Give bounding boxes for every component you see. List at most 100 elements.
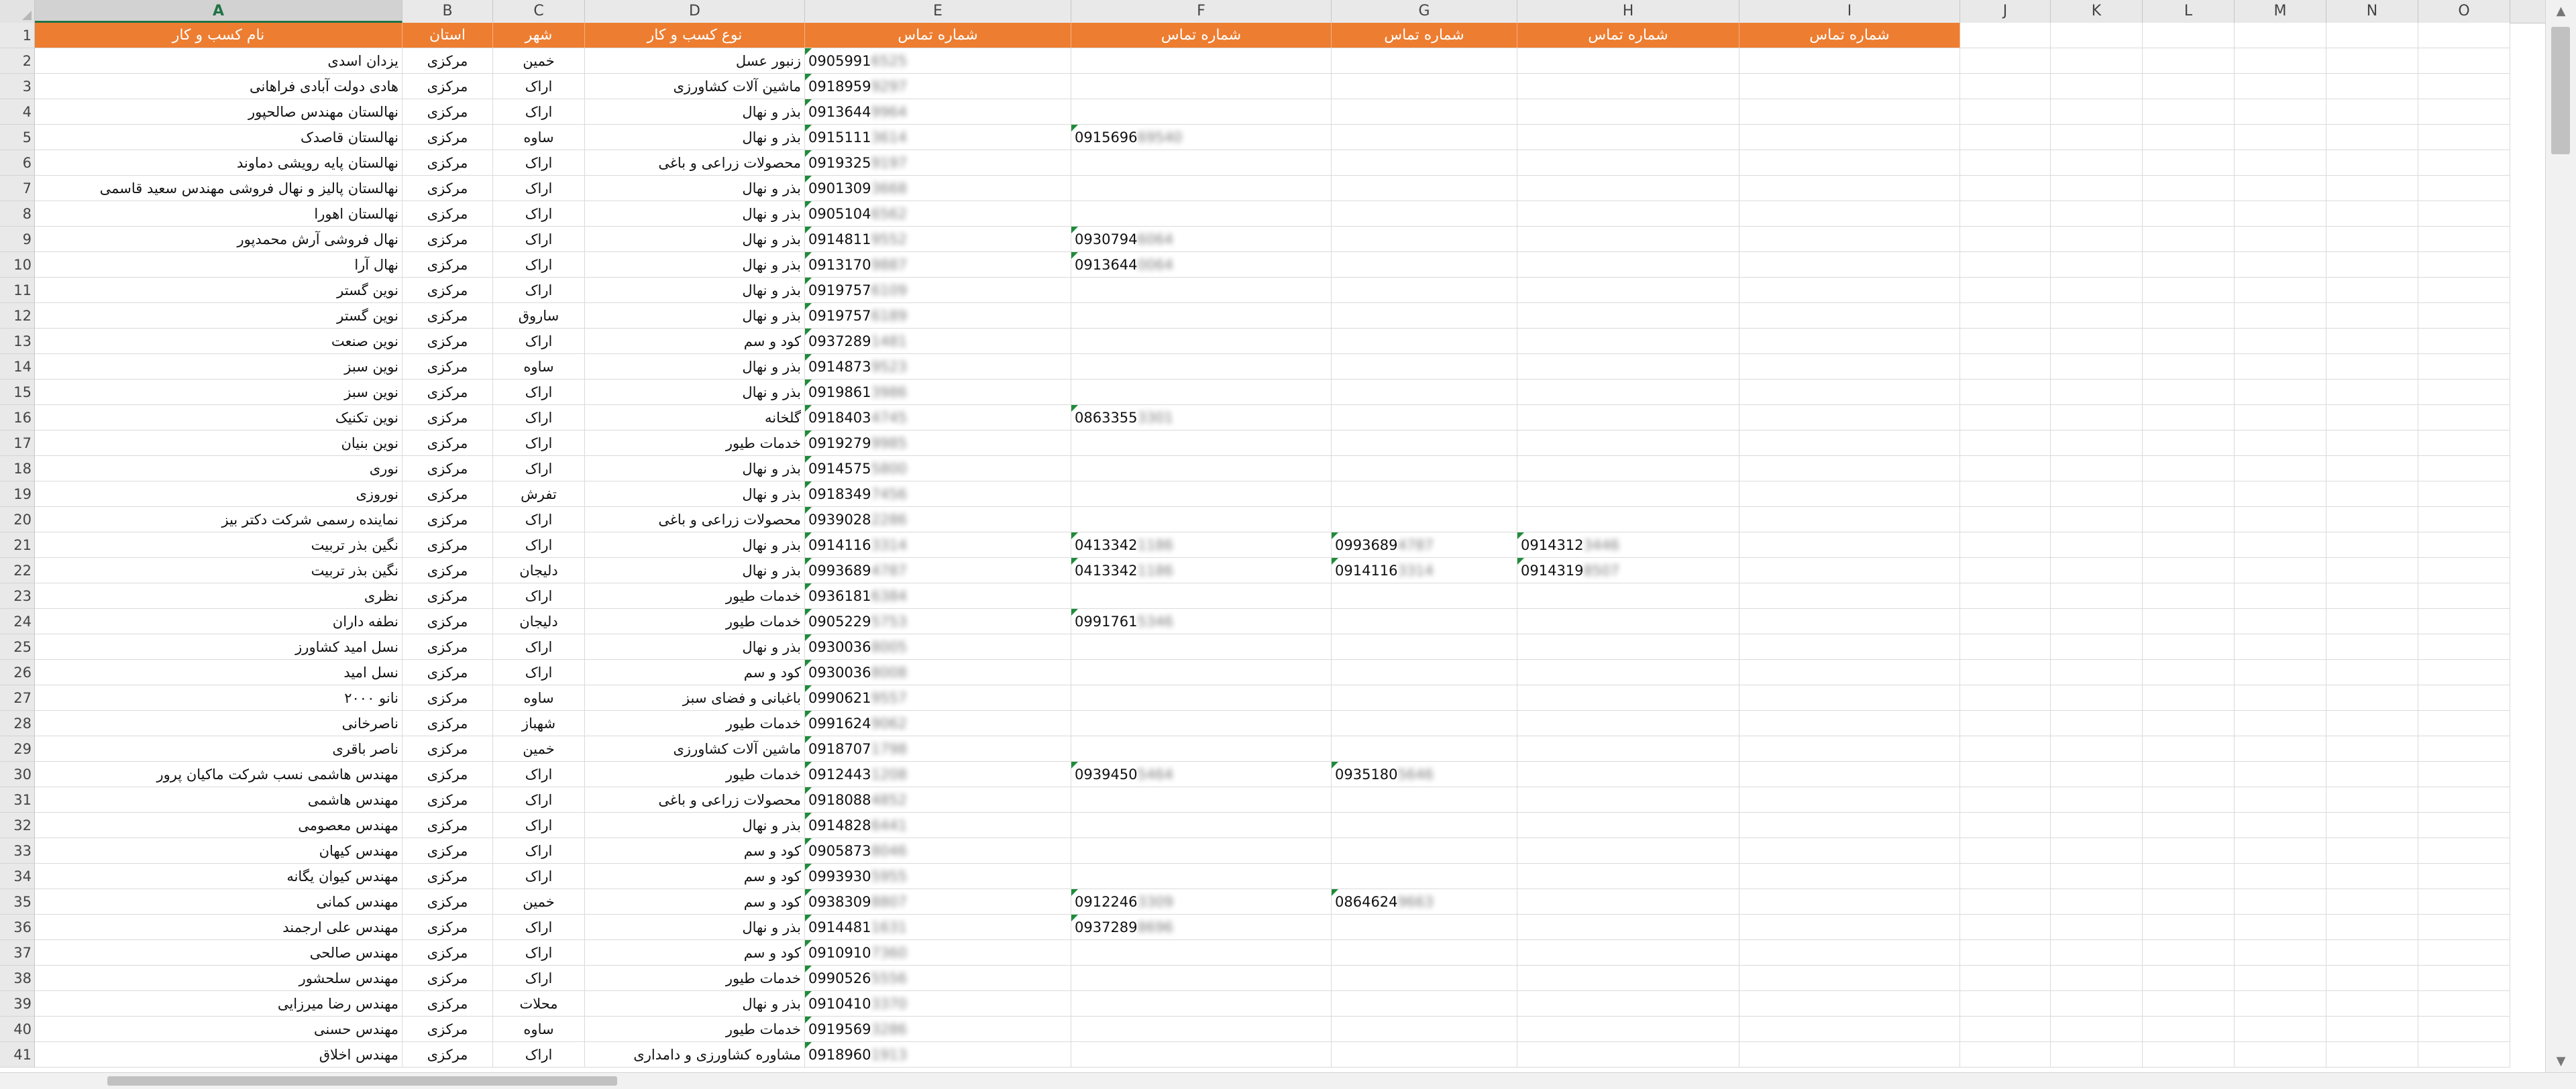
phone-cell[interactable]: 09936894787 bbox=[1332, 532, 1517, 558]
business-type-cell[interactable]: ماشین آلات کشاورزی bbox=[585, 736, 805, 762]
business-name-cell[interactable]: نهالستان قاصدک bbox=[35, 125, 402, 150]
province-cell[interactable]: مرکزی bbox=[402, 609, 493, 634]
empty-cell[interactable] bbox=[1960, 481, 2051, 507]
empty-cell[interactable] bbox=[2326, 380, 2418, 405]
business-name-cell[interactable]: نوین گستر bbox=[35, 303, 402, 329]
phone-cell[interactable] bbox=[1071, 329, 1332, 354]
phone-cell[interactable]: 09141163314 bbox=[1332, 558, 1517, 583]
city-cell[interactable]: ساوه bbox=[493, 354, 585, 380]
empty-cell[interactable] bbox=[2326, 303, 2418, 329]
empty-cell[interactable] bbox=[1960, 405, 2051, 431]
row-header[interactable]: 15 bbox=[0, 380, 35, 405]
empty-cell[interactable] bbox=[1960, 813, 2051, 838]
empty-cell[interactable] bbox=[2235, 838, 2326, 864]
empty-cell[interactable] bbox=[2143, 431, 2235, 456]
empty-cell[interactable] bbox=[1739, 481, 1960, 507]
province-cell[interactable]: مرکزی bbox=[402, 634, 493, 660]
phone-cell[interactable]: 09052295753 bbox=[805, 609, 1071, 634]
business-type-cell[interactable]: بذر و نهال bbox=[585, 380, 805, 405]
empty-cell[interactable] bbox=[2143, 940, 2235, 966]
city-cell[interactable]: تفرش bbox=[493, 481, 585, 507]
province-cell[interactable]: مرکزی bbox=[402, 889, 493, 915]
empty-cell[interactable] bbox=[1960, 558, 2051, 583]
phone-cell[interactable] bbox=[1517, 1017, 1739, 1042]
business-type-cell[interactable]: گلخانه bbox=[585, 405, 805, 431]
phone-cell[interactable] bbox=[1071, 303, 1332, 329]
phone-cell[interactable] bbox=[1332, 1017, 1517, 1042]
empty-cell[interactable] bbox=[2051, 583, 2143, 609]
province-cell[interactable]: مرکزی bbox=[402, 507, 493, 532]
business-name-cell[interactable]: مهندس حسنی bbox=[35, 1017, 402, 1042]
phone-cell[interactable] bbox=[1071, 1017, 1332, 1042]
business-type-cell[interactable]: ماشین آلات کشاورزی bbox=[585, 74, 805, 99]
empty-cell[interactable] bbox=[2143, 1042, 2235, 1068]
empty-cell[interactable] bbox=[2235, 99, 2326, 125]
city-cell[interactable]: اراک bbox=[493, 915, 585, 940]
phone-cell[interactable]: 09936894787 bbox=[805, 558, 1071, 583]
empty-cell[interactable] bbox=[2051, 329, 2143, 354]
phone-cell[interactable]: 09192799985 bbox=[805, 431, 1071, 456]
empty-cell[interactable] bbox=[2235, 532, 2326, 558]
empty-cell[interactable] bbox=[2326, 431, 2418, 456]
business-type-cell[interactable]: بذر و نهال bbox=[585, 99, 805, 125]
phone-cell[interactable]: 08633553301 bbox=[1071, 405, 1332, 431]
business-name-cell[interactable]: نهالستان مهندس صالحپور bbox=[35, 99, 402, 125]
business-type-cell[interactable]: خدمات طیور bbox=[585, 762, 805, 787]
empty-cell[interactable] bbox=[2051, 354, 2143, 380]
empty-cell[interactable] bbox=[2143, 74, 2235, 99]
phone-cell[interactable] bbox=[1071, 940, 1332, 966]
city-cell[interactable]: اراک bbox=[493, 966, 585, 991]
phone-cell[interactable]: 09197576109 bbox=[805, 278, 1071, 303]
phone-cell[interactable]: 09148739523 bbox=[805, 354, 1071, 380]
phone-cell[interactable] bbox=[1071, 74, 1332, 99]
phone-cell[interactable] bbox=[1332, 991, 1517, 1017]
business-type-cell[interactable]: کود و سم bbox=[585, 940, 805, 966]
phone-cell[interactable] bbox=[1517, 278, 1739, 303]
province-cell[interactable]: مرکزی bbox=[402, 74, 493, 99]
empty-cell[interactable] bbox=[1960, 915, 2051, 940]
phone-cell[interactable] bbox=[1332, 278, 1517, 303]
phone-cell[interactable] bbox=[1332, 864, 1517, 889]
row-header[interactable]: 31 bbox=[0, 787, 35, 813]
phone-cell[interactable] bbox=[1517, 991, 1739, 1017]
empty-cell[interactable] bbox=[2418, 711, 2510, 736]
business-name-cell[interactable]: نوین بنیان bbox=[35, 431, 402, 456]
business-type-cell[interactable]: بذر و نهال bbox=[585, 991, 805, 1017]
province-cell[interactable]: مرکزی bbox=[402, 1042, 493, 1068]
select-all-corner[interactable] bbox=[0, 0, 35, 23]
empty-cell[interactable] bbox=[2051, 481, 2143, 507]
empty-cell[interactable] bbox=[2326, 966, 2418, 991]
phone-cell[interactable]: 09144811631 bbox=[805, 915, 1071, 940]
empty-cell[interactable] bbox=[1739, 303, 1960, 329]
empty-cell[interactable] bbox=[2143, 227, 2235, 252]
phone-cell[interactable] bbox=[1071, 838, 1332, 864]
header-cell-h[interactable]: شماره تماس bbox=[1517, 23, 1739, 48]
empty-cell[interactable] bbox=[2143, 329, 2235, 354]
phone-cell[interactable] bbox=[1071, 813, 1332, 838]
empty-cell[interactable] bbox=[1739, 125, 1960, 150]
province-cell[interactable]: مرکزی bbox=[402, 787, 493, 813]
empty-cell[interactable] bbox=[2051, 507, 2143, 532]
empty-cell[interactable] bbox=[2235, 380, 2326, 405]
empty-cell[interactable] bbox=[1960, 889, 2051, 915]
empty-cell[interactable] bbox=[2326, 74, 2418, 99]
phone-cell[interactable] bbox=[1517, 583, 1739, 609]
phone-cell[interactable]: 09917615346 bbox=[1071, 609, 1332, 634]
empty-cell[interactable] bbox=[2235, 1042, 2326, 1068]
empty-cell[interactable] bbox=[2143, 125, 2235, 150]
empty-cell[interactable] bbox=[1739, 966, 1960, 991]
empty-cell[interactable] bbox=[1960, 1042, 2051, 1068]
empty-cell[interactable] bbox=[2235, 558, 2326, 583]
empty-cell[interactable] bbox=[1960, 431, 2051, 456]
empty-cell[interactable] bbox=[2051, 303, 2143, 329]
phone-cell[interactable] bbox=[1332, 354, 1517, 380]
horizontal-scroll-thumb[interactable] bbox=[107, 1076, 617, 1086]
phone-cell[interactable] bbox=[1071, 685, 1332, 711]
empty-cell[interactable] bbox=[2235, 1017, 2326, 1042]
business-type-cell[interactable]: بذر و نهال bbox=[585, 278, 805, 303]
phone-cell[interactable]: 09189599297 bbox=[805, 74, 1071, 99]
province-cell[interactable]: مرکزی bbox=[402, 813, 493, 838]
empty-cell[interactable] bbox=[2143, 736, 2235, 762]
empty-cell[interactable] bbox=[1739, 915, 1960, 940]
business-type-cell[interactable]: محصولات زراعی و باغی bbox=[585, 507, 805, 532]
